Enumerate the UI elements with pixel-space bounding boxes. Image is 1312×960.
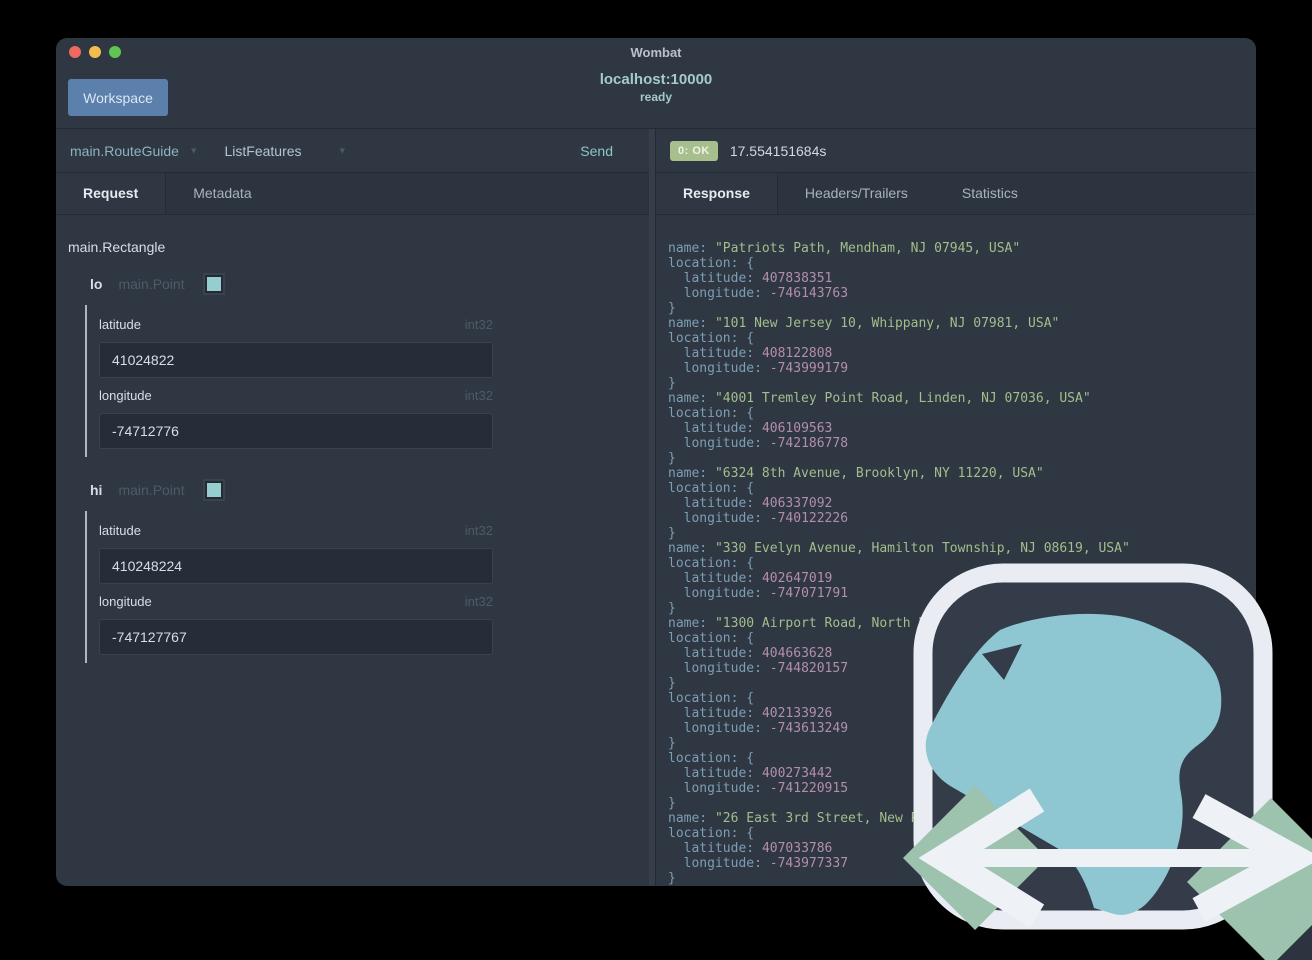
field-label: latitude	[99, 317, 141, 332]
chevron-down-icon[interactable]: ▾	[340, 144, 346, 157]
response-line: }	[668, 376, 676, 391]
latitude-input[interactable]	[99, 548, 493, 584]
tab-response[interactable]: Response	[656, 173, 778, 214]
response-line: name: "Patriots Path, Mendham, NJ 07945,…	[668, 241, 1021, 256]
service-select[interactable]: main.RouteGuide	[70, 143, 179, 159]
response-line: longitude: -746143763	[683, 286, 849, 301]
response-line: latitude: 406337092	[683, 496, 833, 511]
host-address: localhost:10000	[599, 71, 713, 88]
message-type-label: main.Rectangle	[68, 239, 166, 255]
response-line: latitude: 407838351	[683, 271, 833, 286]
point-type: main.Point	[118, 482, 185, 498]
method-toolbar: main.RouteGuide ▾ ListFeatures ▾ Send	[56, 129, 655, 173]
response-line: name: "4001 Tremley Point Road, Linden, …	[668, 391, 1091, 406]
traffic-lights	[69, 46, 121, 58]
response-line: location: {	[668, 406, 755, 421]
response-statusbar: 0: OK 17.554151684s	[656, 129, 1255, 173]
field-type: int32	[464, 594, 493, 609]
call-duration: 17.554151684s	[729, 142, 827, 159]
field-label: latitude	[99, 523, 141, 538]
response-line: location: {	[668, 331, 755, 346]
connection-info: localhost:10000 ready	[56, 71, 1256, 104]
point-row-lo: lo main.Point	[90, 275, 655, 293]
field-type: int32	[464, 523, 493, 538]
send-button[interactable]: Send	[574, 142, 619, 160]
method-select[interactable]: ListFeatures	[224, 143, 301, 159]
response-line: name: "101 New Jersey 10, Whippany, NJ 0…	[668, 316, 1060, 331]
response-line: longitude: -743999179	[683, 361, 849, 376]
point-name: lo	[90, 276, 103, 292]
wombat-logo-overlay	[903, 563, 1312, 960]
field-label: longitude	[99, 594, 152, 609]
close-button[interactable]	[69, 46, 81, 58]
tab-headers-trailers[interactable]: Headers/Trailers	[778, 173, 935, 214]
point-row-hi: hi main.Point	[90, 481, 655, 499]
request-pane: main.RouteGuide ▾ ListFeatures ▾ Send Re…	[56, 129, 656, 886]
response-line: location: {	[668, 481, 755, 496]
response-line: }	[668, 451, 676, 466]
window-titlebar: Wombat	[56, 38, 1256, 66]
field-type: int32	[464, 317, 493, 332]
response-line: }	[668, 526, 676, 541]
zoom-button[interactable]	[109, 46, 121, 58]
response-line: name: "6324 8th Avenue, Brooklyn, NY 112…	[668, 466, 1044, 481]
connection-status: ready	[639, 90, 673, 104]
app-header: Workspace localhost:10000 ready	[56, 66, 1256, 129]
response-line: latitude: 406109563	[683, 421, 833, 436]
longitude-input[interactable]	[99, 619, 493, 655]
panel-splitter[interactable]	[649, 129, 655, 886]
response-line: name: "330 Evelyn Avenue, Hamilton Towns…	[668, 541, 1130, 556]
status-badge: 0: OK	[670, 140, 718, 161]
response-line: longitude: -742186778	[683, 436, 849, 451]
response-line: longitude: -740122226	[683, 511, 849, 526]
minimize-button[interactable]	[89, 46, 101, 58]
chevron-down-icon[interactable]: ▾	[191, 144, 197, 157]
request-tabbar: Request Metadata	[56, 173, 655, 215]
response-tabbar: Response Headers/Trailers Statistics	[656, 173, 1255, 215]
response-line: }	[668, 301, 676, 316]
latitude-input[interactable]	[99, 342, 493, 378]
point-type: main.Point	[118, 276, 185, 292]
response-line: latitude: 408122808	[683, 346, 833, 361]
point-fieldset-hi: latitude int32 longitude int32	[85, 511, 655, 663]
tab-request[interactable]: Request	[56, 173, 167, 214]
point-fieldset-lo: latitude int32 longitude int32	[85, 305, 655, 457]
longitude-input[interactable]	[99, 413, 493, 449]
request-form: main.Rectangle lo main.Point latitude in…	[56, 215, 655, 663]
tab-statistics[interactable]: Statistics	[935, 173, 1045, 214]
window-title: Wombat	[630, 45, 682, 60]
point-toggle-checkbox[interactable]	[204, 481, 223, 499]
point-toggle-checkbox[interactable]	[204, 275, 223, 293]
field-label: longitude	[99, 388, 152, 403]
tab-metadata[interactable]: Metadata	[166, 173, 278, 214]
response-line: location: {	[668, 256, 755, 271]
point-name: hi	[90, 482, 103, 498]
field-type: int32	[464, 388, 493, 403]
